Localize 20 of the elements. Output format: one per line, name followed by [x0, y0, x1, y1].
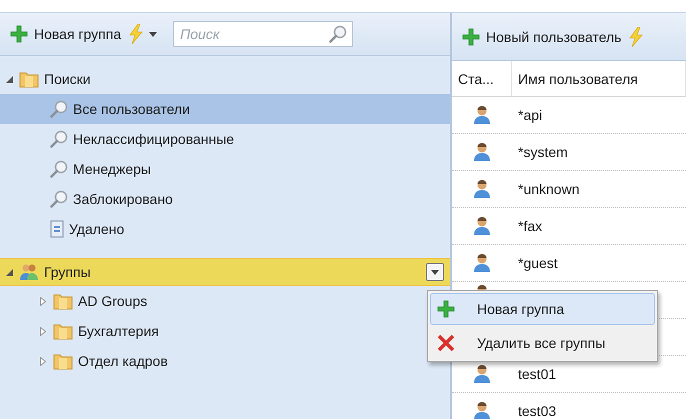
column-header[interactable]: Ста...	[452, 61, 512, 96]
table-cell-text: *api	[517, 107, 542, 123]
table-cell-text: *fax	[517, 218, 542, 234]
new-user-button[interactable]: Новый пользователь	[460, 26, 624, 48]
tree-header[interactable]: Поиски	[0, 64, 450, 94]
tree-item[interactable]: Все пользователи	[0, 94, 450, 124]
search-field[interactable]: Поиск	[173, 21, 354, 47]
table-cell-text: *system	[517, 144, 568, 160]
tree-item[interactable]: Удалено	[0, 214, 450, 244]
table-cell-text: test03	[517, 403, 556, 419]
table-cell-text: *guest	[517, 255, 558, 271]
tree-item[interactable]: Неклассифицированные	[0, 124, 450, 154]
menu-item[interactable]: Новая группа	[430, 293, 655, 325]
new-group-button[interactable]: Новая группа	[8, 23, 124, 45]
tree-item[interactable]: Менеджеры	[0, 154, 450, 184]
tree-item[interactable]: Заблокировано	[0, 184, 450, 214]
tree-header-highlight[interactable]: Группы	[0, 258, 450, 286]
column-header[interactable]: Имя пользователя	[512, 61, 686, 96]
table-cell-text: test01	[517, 366, 556, 382]
table-cell-text: *unknown	[517, 181, 580, 197]
